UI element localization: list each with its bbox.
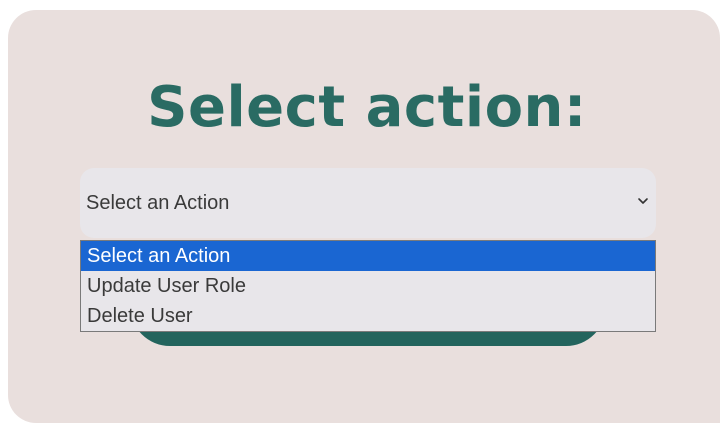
option-update-user-role[interactable]: Update User Role (81, 271, 655, 301)
select-current-value: Select an Action (86, 191, 230, 214)
chevron-down-icon (638, 198, 648, 204)
option-select-an-action[interactable]: Select an Action (81, 241, 655, 271)
action-dropdown-list: Select an Action Update User Role Delete… (80, 240, 656, 332)
page-title: Select action: (147, 75, 587, 140)
option-delete-user[interactable]: Delete User (81, 301, 655, 331)
action-select[interactable]: Select an Action (80, 168, 656, 238)
